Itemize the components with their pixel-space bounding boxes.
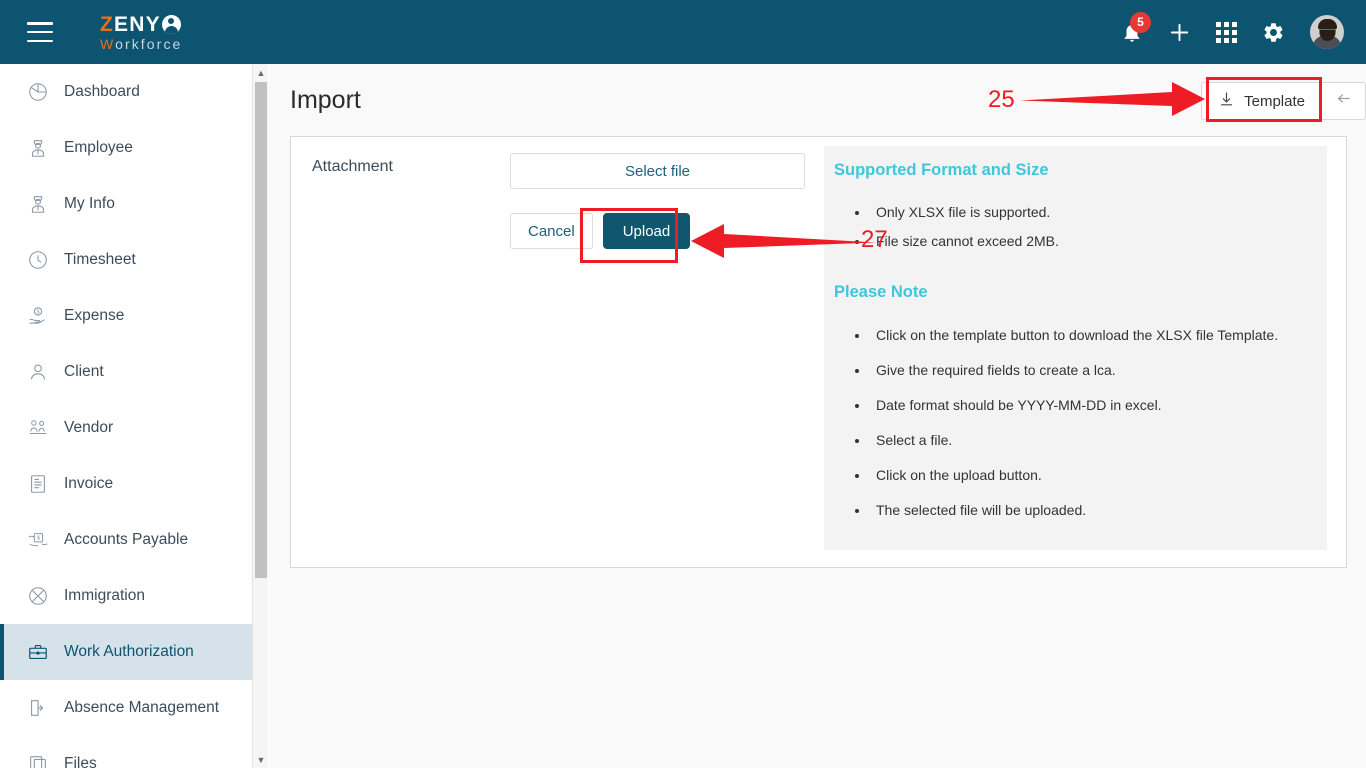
template-download-button[interactable]: Template — [1201, 82, 1322, 120]
list-item: The selected file will be uploaded. — [870, 502, 1278, 518]
sidebar-scrollbar[interactable]: ▲ ▼ — [252, 64, 268, 768]
avatar-hair — [1317, 19, 1337, 29]
scrollbar-up-arrow-icon[interactable]: ▲ — [253, 64, 269, 81]
cancel-button[interactable]: Cancel — [510, 213, 593, 249]
exit-door-icon — [26, 696, 50, 720]
sidebar-navigation: Dashboard Employee My Info Timesheet $ E… — [0, 64, 252, 768]
sidebar-item-label: Work Authorization — [64, 643, 194, 660]
document-icon — [26, 472, 50, 496]
apps-grid-icon — [1216, 21, 1237, 43]
sidebar-item-label: My Info — [64, 195, 115, 212]
briefcase-icon — [26, 640, 50, 664]
gear-icon — [1264, 22, 1283, 42]
download-icon — [1218, 91, 1235, 112]
form-button-row: Cancel Upload — [510, 213, 691, 249]
sidebar-item-absence-management[interactable]: Absence Management — [0, 680, 252, 736]
logo-letters-orkforce: orkforce — [115, 35, 183, 52]
app-logo[interactable]: Z ENY Workforce — [100, 14, 182, 51]
settings-button[interactable] — [1262, 21, 1285, 44]
sidebar-item-client[interactable]: Client — [0, 344, 252, 400]
person-icon — [26, 360, 50, 384]
svg-text:$: $ — [37, 536, 40, 542]
sidebar-item-label: Dashboard — [64, 83, 140, 100]
back-button[interactable] — [1322, 82, 1366, 120]
page-title: Import — [290, 86, 361, 114]
please-note-heading: Please Note — [834, 283, 928, 301]
sidebar-item-label: Employee — [64, 139, 133, 156]
list-item: Date format should be YYYY-MM-DD in exce… — [870, 397, 1278, 413]
scrollbar-thumb[interactable] — [255, 82, 267, 578]
sidebar-item-label: Immigration — [64, 587, 145, 604]
money-hand-icon: $ — [26, 304, 50, 328]
globe-plane-icon — [26, 584, 50, 608]
sidebar-item-label: Client — [64, 363, 104, 380]
list-item: Click on the template button to download… — [870, 327, 1278, 343]
logo-primary-text: Z ENY — [100, 14, 182, 35]
apps-button[interactable] — [1216, 21, 1237, 43]
sidebar-item-my-info[interactable]: My Info — [0, 176, 252, 232]
employee-icon — [26, 136, 50, 160]
sidebar-item-label: Files — [64, 755, 97, 768]
attachment-label: Attachment — [312, 158, 393, 175]
select-file-button[interactable]: Select file — [510, 153, 805, 189]
main-content-area: Import Template Attachment Select file C… — [269, 64, 1366, 768]
user-avatar[interactable] — [1310, 15, 1344, 49]
sidebar-item-expense[interactable]: $ Expense — [0, 288, 252, 344]
list-item: Click on the upload button. — [870, 467, 1278, 483]
sidebar-item-employee[interactable]: Employee — [0, 120, 252, 176]
supported-format-list: Only XLSX file is supported. File size c… — [870, 204, 1059, 262]
notifications-button[interactable]: 5 — [1121, 11, 1151, 44]
clock-icon — [26, 248, 50, 272]
notification-badge: 5 — [1130, 11, 1151, 33]
top-navigation-bar: Z ENY Workforce 5 — [0, 0, 1366, 64]
sidebar-item-work-authorization[interactable]: Work Authorization — [0, 624, 252, 680]
template-button-label: Template — [1244, 92, 1305, 110]
logo-letters-eny: ENY — [114, 12, 161, 36]
sidebar-item-label: Expense — [64, 307, 125, 324]
supported-format-heading: Supported Format and Size — [834, 161, 1049, 179]
sidebar-item-files[interactable]: Files — [0, 736, 252, 768]
select-file-label: Select file — [624, 162, 691, 180]
import-form-card: Attachment Select file Cancel Upload Sup… — [290, 136, 1347, 568]
files-icon — [26, 752, 50, 768]
list-item: File size cannot exceed 2MB. — [870, 233, 1059, 249]
list-item: Select a file. — [870, 432, 1278, 448]
employee-icon — [26, 192, 50, 216]
sidebar-item-accounts-payable[interactable]: $ Accounts Payable — [0, 512, 252, 568]
logo-letter-w: W — [100, 35, 116, 52]
sidebar-item-vendor[interactable]: Vendor — [0, 400, 252, 456]
plus-icon — [1170, 23, 1189, 41]
svg-text:$: $ — [36, 310, 39, 316]
logo-secondary-text: Workforce — [100, 37, 182, 51]
sidebar-item-label: Timesheet — [64, 251, 136, 268]
hamburger-menu-icon[interactable] — [27, 22, 53, 42]
sidebar-item-timesheet[interactable]: Timesheet — [0, 232, 252, 288]
vendor-icon — [26, 416, 50, 440]
payable-icon: $ — [26, 528, 50, 552]
info-panel: Supported Format and Size Only XLSX file… — [824, 146, 1327, 550]
add-button[interactable] — [1168, 21, 1191, 44]
sidebar-item-dashboard[interactable]: Dashboard — [0, 64, 252, 120]
sidebar-item-immigration[interactable]: Immigration — [0, 568, 252, 624]
sidebar-item-label: Vendor — [64, 419, 114, 436]
logo-letter-z: Z — [100, 12, 115, 36]
scrollbar-down-arrow-icon[interactable]: ▼ — [253, 751, 269, 768]
sidebar-item-label: Accounts Payable — [64, 531, 189, 548]
arrow-left-icon — [1334, 90, 1353, 112]
logo-person-circle-icon — [161, 14, 181, 34]
topbar-actions: 5 — [1121, 11, 1344, 49]
upload-button[interactable]: Upload — [602, 213, 691, 249]
pie-chart-icon — [26, 80, 50, 104]
sidebar-item-invoice[interactable]: Invoice — [0, 456, 252, 512]
header-action-group: Template — [1201, 82, 1366, 120]
sidebar-item-label: Invoice — [64, 475, 114, 492]
please-note-list: Click on the template button to download… — [870, 327, 1278, 537]
list-item: Only XLSX file is supported. — [870, 204, 1059, 220]
sidebar-item-label: Absence Management — [64, 699, 220, 716]
list-item: Give the required fields to create a lca… — [870, 362, 1278, 378]
